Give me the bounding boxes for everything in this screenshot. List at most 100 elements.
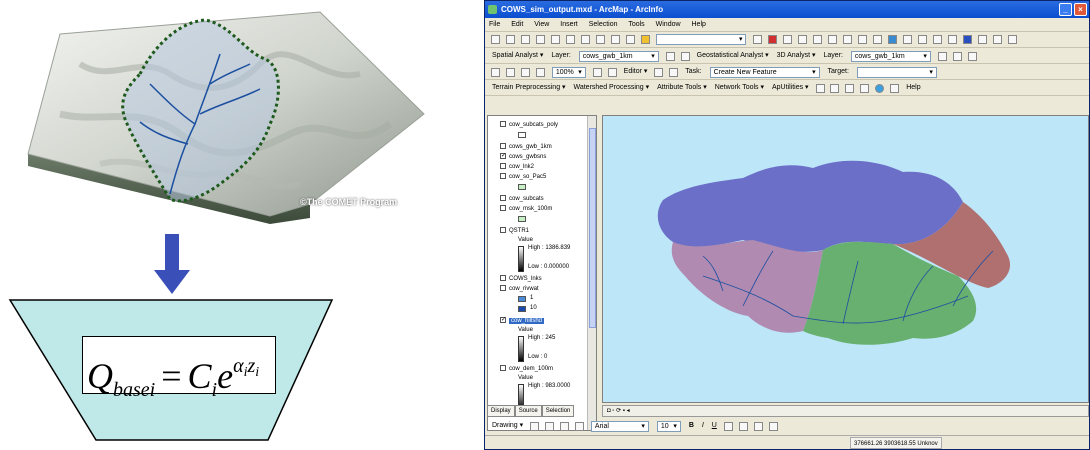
layer-checkbox[interactable]: [500, 365, 506, 372]
new-text-icon[interactable]: [574, 421, 584, 431]
tab-source[interactable]: Source: [514, 405, 542, 417]
layout-full-icon[interactable]: [535, 67, 545, 77]
undo-icon[interactable]: [610, 34, 620, 44]
new-document-icon[interactable]: [491, 34, 500, 44]
layer-checkbox[interactable]: [500, 317, 506, 324]
measure-icon[interactable]: [992, 34, 1002, 44]
toc-layer-row[interactable]: cow_rivwat: [500, 284, 539, 294]
edit-tool-icon[interactable]: [654, 67, 664, 77]
spatial-analyst-tool-icon[interactable]: [665, 51, 675, 61]
editor-toolbar-icon[interactable]: [753, 34, 763, 44]
font-color-icon[interactable]: [723, 421, 733, 431]
save-icon[interactable]: [520, 34, 530, 44]
marker-color-icon[interactable]: [768, 421, 778, 431]
fixed-zoom-in-icon[interactable]: [843, 34, 853, 44]
layer-checkbox[interactable]: [500, 163, 506, 170]
layer-checkbox[interactable]: [500, 143, 506, 150]
layer-checkbox[interactable]: [500, 121, 506, 128]
menu-tools[interactable]: Tools: [628, 21, 644, 28]
find-icon[interactable]: [977, 34, 987, 44]
globe-icon[interactable]: [875, 83, 885, 93]
geostatistical-analyst-menu[interactable]: Geostatistical Analyst ▾: [697, 52, 769, 59]
bold-button[interactable]: B: [689, 422, 694, 429]
toc-layer-row[interactable]: QSTR1: [500, 226, 529, 236]
command-line-icon[interactable]: [783, 34, 793, 44]
menu-window[interactable]: Window: [656, 21, 681, 28]
editor-menu[interactable]: Editor ▾: [624, 68, 648, 75]
point-delineation-icon[interactable]: [830, 83, 840, 93]
menu-insert[interactable]: Insert: [560, 21, 578, 28]
full-extent-icon[interactable]: [888, 34, 898, 44]
select-features-icon[interactable]: [932, 34, 942, 44]
rotate-icon[interactable]: [545, 421, 555, 431]
menu-selection[interactable]: Selection: [589, 21, 618, 28]
font-size-combo[interactable]: 10: [656, 420, 681, 432]
identify-icon[interactable]: [962, 34, 972, 44]
toc-layer-row[interactable]: cows_gwbsns: [500, 152, 546, 162]
3d-analyst-menu[interactable]: 3D Analyst ▾: [777, 52, 816, 59]
delete-icon[interactable]: [595, 34, 605, 44]
map-display[interactable]: [602, 115, 1089, 403]
3d-tool-icon[interactable]: [937, 51, 947, 61]
menu-view[interactable]: View: [534, 21, 549, 28]
minimize-button[interactable]: _: [1059, 3, 1072, 16]
trace-icon[interactable]: [860, 83, 870, 93]
copy-icon[interactable]: [565, 34, 575, 44]
close-button[interactable]: ×: [1074, 3, 1087, 16]
layer-checkbox[interactable]: [500, 205, 506, 212]
target-combo[interactable]: [856, 66, 937, 78]
menu-edit[interactable]: Edit: [511, 21, 523, 28]
batch-icon[interactable]: [845, 83, 855, 93]
cut-icon[interactable]: [550, 34, 560, 44]
toc-layer-row[interactable]: cow_subcats: [500, 194, 544, 204]
drawing-menu[interactable]: Drawing ▾: [492, 422, 523, 429]
fill-color-icon[interactable]: [738, 421, 748, 431]
aputilities-menu[interactable]: ApUtilities ▾: [772, 84, 809, 91]
whats-this-icon[interactable]: [798, 34, 808, 44]
tab-display[interactable]: Display: [487, 405, 515, 417]
redo-icon[interactable]: [625, 34, 635, 44]
scale-combo[interactable]: [656, 33, 747, 45]
layer-checkbox[interactable]: [500, 195, 506, 202]
zoom-in-icon[interactable]: [813, 34, 823, 44]
font-combo[interactable]: Arial: [590, 420, 649, 432]
3d-layer-combo[interactable]: cows_gwb_1km: [850, 50, 931, 62]
forward-icon[interactable]: [917, 34, 927, 44]
arctoolbox-icon[interactable]: [768, 34, 778, 44]
layout-zoom-icon[interactable]: [505, 67, 515, 77]
print-icon[interactable]: [535, 34, 545, 44]
layer-checkbox[interactable]: [500, 285, 506, 292]
task-combo[interactable]: Create New Feature: [709, 66, 820, 78]
pan-icon[interactable]: [873, 34, 883, 44]
toc-layer-row[interactable]: COWS_lnks: [500, 274, 542, 284]
menu-help[interactable]: Help: [692, 21, 706, 28]
zoom-out-icon[interactable]: [828, 34, 838, 44]
hyperlink-icon[interactable]: [1007, 34, 1017, 44]
flow-path-icon[interactable]: [815, 83, 825, 93]
open-icon[interactable]: [505, 34, 515, 44]
spatial-analyst-menu[interactable]: Spatial Analyst ▾: [492, 52, 543, 59]
zoom-percent-combo[interactable]: 100%: [551, 66, 586, 78]
toc-layer-row[interactable]: cow_subcats_poly: [500, 120, 558, 130]
toc-layer-row[interactable]: cow_dem_100m: [500, 364, 553, 374]
contour-icon[interactable]: [952, 51, 962, 61]
map-view-controls[interactable]: ◘ ▫ ⟳ ▪ ◂: [602, 405, 1089, 417]
layout-tool-icon[interactable]: [491, 67, 500, 77]
toc-layer-row[interactable]: cow_msk_100m: [500, 204, 552, 214]
network-tools-menu[interactable]: Network Tools ▾: [715, 84, 764, 91]
sketch-tool-icon[interactable]: [669, 67, 679, 77]
back-icon[interactable]: [902, 34, 912, 44]
layer-checkbox[interactable]: [500, 227, 506, 234]
focus-frame-icon[interactable]: [607, 67, 617, 77]
layer-checkbox[interactable]: [500, 153, 506, 160]
toc-layer-row[interactable]: cow_hillshd: [500, 316, 545, 326]
toc-scrollbar[interactable]: [587, 116, 596, 430]
watershed-processing-menu[interactable]: Watershed Processing ▾: [574, 84, 650, 91]
select-elements-arrow-icon[interactable]: [530, 421, 540, 431]
italic-button[interactable]: I: [702, 422, 704, 429]
select-elements-icon[interactable]: [947, 34, 957, 44]
paste-icon[interactable]: [580, 34, 590, 44]
flag-icon[interactable]: [890, 83, 900, 93]
line-color-icon[interactable]: [753, 421, 763, 431]
histogram-icon[interactable]: [680, 51, 690, 61]
